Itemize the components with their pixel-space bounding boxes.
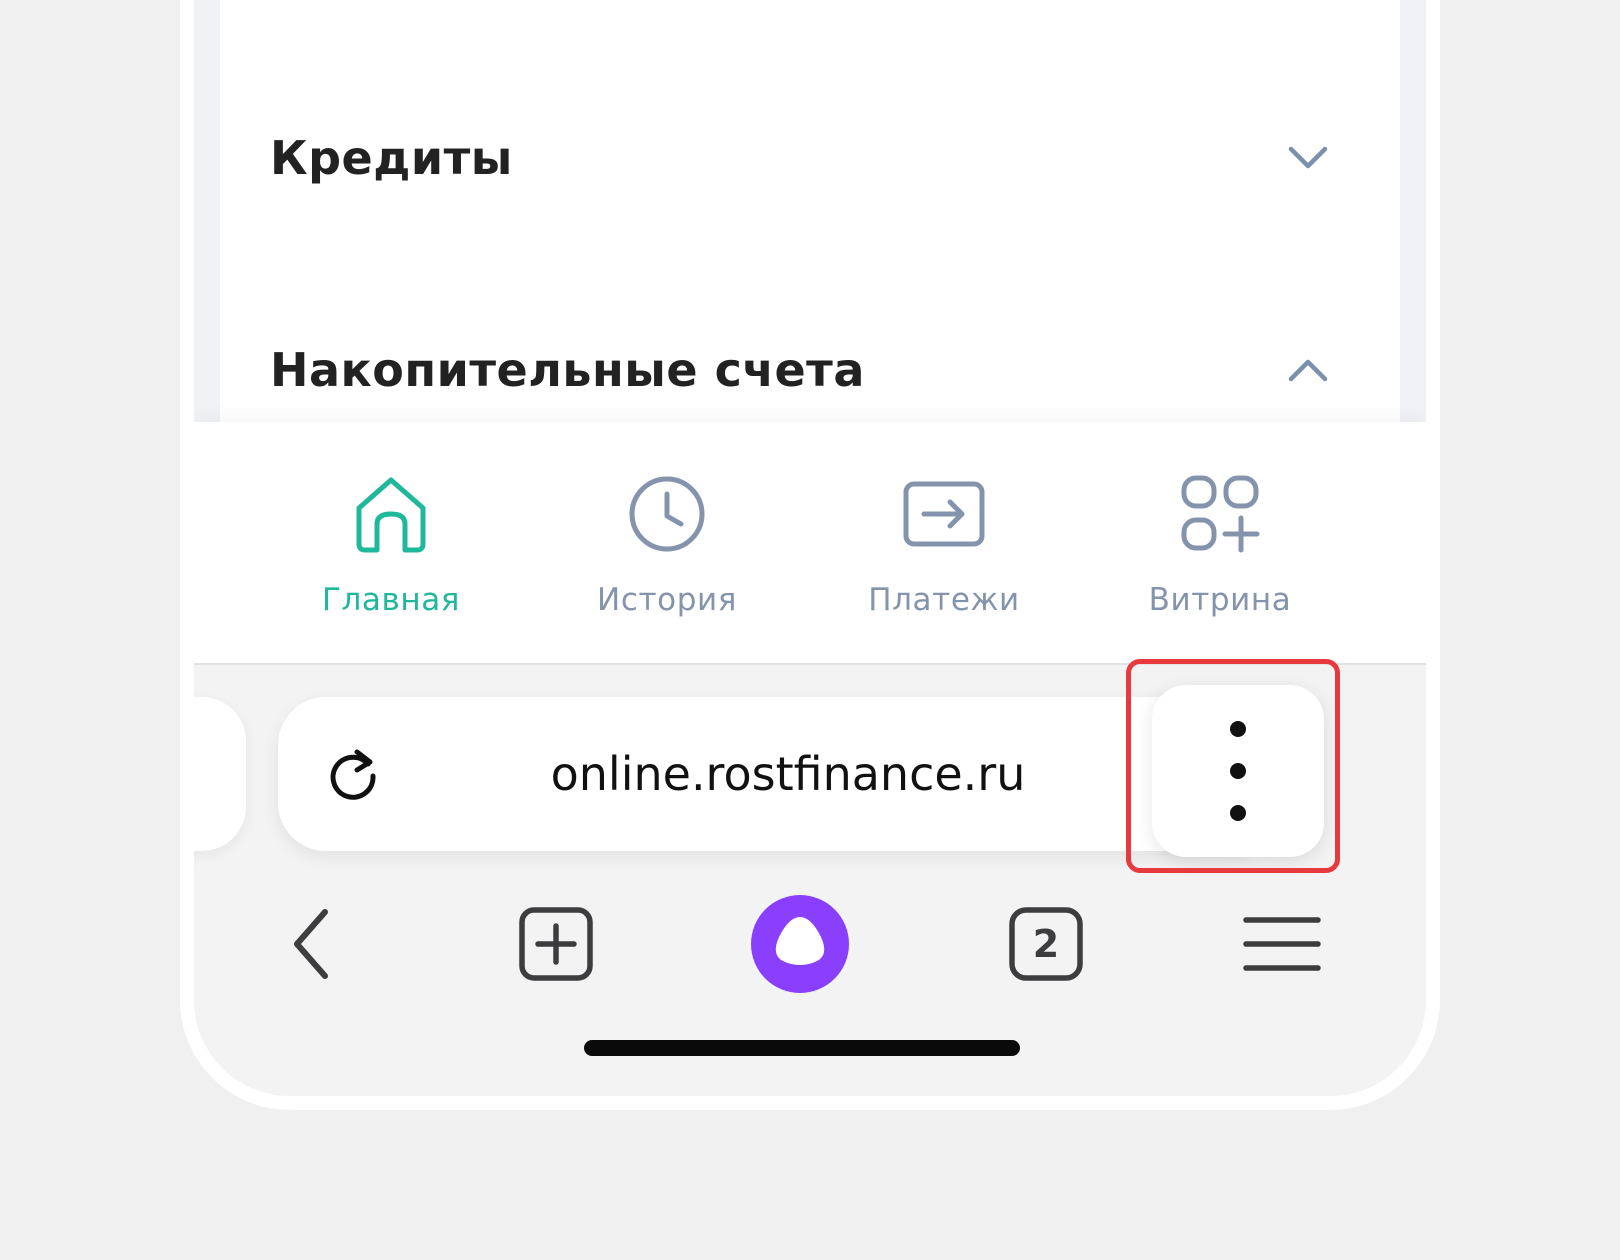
section-title: Накопительные счета — [270, 343, 865, 397]
nav-label: Платежи — [868, 582, 1020, 618]
previous-tab-pill[interactable] — [194, 697, 246, 851]
dot — [1230, 805, 1246, 821]
new-tab-icon[interactable] — [506, 894, 606, 994]
section-row-savings[interactable]: Накопительные счета — [270, 330, 1330, 410]
back-icon[interactable] — [262, 894, 362, 994]
clock-icon — [625, 472, 709, 556]
home-icon — [349, 472, 433, 556]
phone-frame: Кредиты Накопительные счета Главная Исто… — [180, 0, 1440, 1110]
app-bottom-nav: Главная История Платежи Витрина — [194, 422, 1426, 665]
transfer-arrow-icon — [902, 472, 986, 556]
nav-item-showcase[interactable]: Витрина — [1100, 472, 1340, 618]
nav-item-payments[interactable]: Платежи — [824, 472, 1064, 618]
menu-icon[interactable] — [1232, 894, 1332, 994]
alice-assistant-icon[interactable] — [750, 894, 850, 994]
reload-icon[interactable] — [318, 737, 388, 807]
nav-label: Главная — [321, 582, 461, 618]
tabs-icon[interactable]: 2 — [996, 894, 1096, 994]
section-row-credits[interactable]: Кредиты — [270, 118, 1330, 198]
nav-label: История — [597, 582, 737, 618]
url-text[interactable]: online.rostfinance.ru — [438, 697, 1138, 851]
address-bar[interactable]: online.rostfinance.ru — [278, 697, 1278, 851]
dot — [1230, 763, 1246, 779]
apps-grid-plus-icon — [1178, 472, 1262, 556]
chevron-up-icon[interactable] — [1286, 348, 1330, 392]
tab-count: 2 — [1032, 922, 1060, 966]
browser-chrome: online.rostfinance.ru 2 — [194, 659, 1426, 1096]
chevron-down-icon[interactable] — [1286, 136, 1330, 180]
home-indicator — [584, 1040, 1020, 1056]
nav-label: Витрина — [1148, 582, 1292, 618]
page-background: Кредиты Накопительные счета — [194, 0, 1426, 422]
nav-item-home[interactable]: Главная — [271, 472, 511, 618]
dot — [1230, 721, 1246, 737]
content-card: Кредиты Накопительные счета — [220, 0, 1400, 422]
section-title: Кредиты — [270, 131, 513, 185]
more-options-button[interactable] — [1152, 685, 1324, 857]
nav-item-history[interactable]: История — [547, 472, 787, 618]
browser-toolbar: 2 — [194, 890, 1426, 1000]
